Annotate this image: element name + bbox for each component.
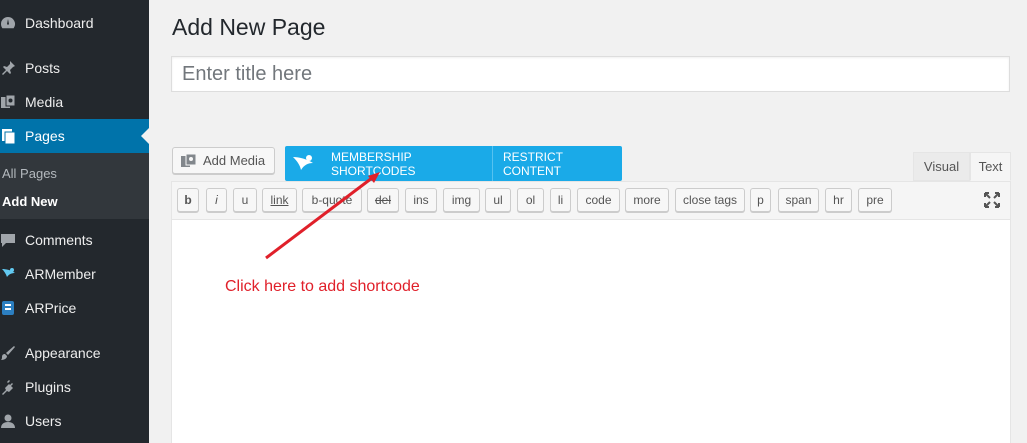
qt-bold-button[interactable]: b	[177, 188, 199, 212]
active-indicator	[141, 128, 149, 144]
qt-bquote-button[interactable]: b-quote	[302, 188, 362, 212]
user-icon	[0, 413, 16, 429]
sidebar-item-label: ARMember	[25, 266, 96, 282]
add-media-icon	[181, 153, 197, 168]
dashboard-icon	[0, 15, 16, 31]
qt-del-button[interactable]: del	[367, 188, 399, 212]
qt-hr-button[interactable]: hr	[825, 188, 852, 212]
sidebar-item-label: Plugins	[25, 379, 71, 395]
qt-li-button[interactable]: li	[550, 188, 571, 212]
arprice-icon	[0, 300, 16, 316]
editor-area[interactable]: b i u link b-quote del ins img ul ol li …	[171, 181, 1011, 443]
qt-ol-button[interactable]: ol	[517, 188, 544, 212]
media-icon	[0, 94, 16, 110]
annotation-text: Click here to add shortcode	[225, 278, 420, 295]
add-media-button[interactable]: Add Media	[172, 147, 275, 174]
membership-toolbar: MEMBERSHIP SHORTCODES RESTRICT CONTENT	[285, 146, 622, 181]
pages-icon	[0, 128, 16, 144]
sidebar-item-label: Pages	[25, 128, 65, 144]
tab-visual[interactable]: Visual	[913, 152, 970, 181]
sidebar-item-dashboard[interactable]: Dashboard	[0, 6, 149, 40]
sidebar-item-media[interactable]: Media	[0, 85, 149, 119]
sidebar-item-label: Appearance	[25, 345, 101, 361]
qt-p-button[interactable]: p	[750, 188, 771, 212]
armember-logo-icon	[285, 146, 321, 181]
sidebar-item-pages[interactable]: Pages	[0, 119, 149, 153]
add-media-label: Add Media	[203, 153, 266, 168]
tab-text[interactable]: Text	[970, 152, 1011, 181]
page-title: Add New Page	[172, 14, 326, 40]
armember-icon	[0, 266, 16, 282]
qt-ins-button[interactable]: ins	[405, 188, 437, 212]
plugin-icon	[0, 379, 16, 395]
sidebar-item-users[interactable]: Users	[0, 404, 149, 438]
membership-shortcodes-button[interactable]: MEMBERSHIP SHORTCODES	[321, 146, 493, 181]
sidebar-item-label: Posts	[25, 60, 61, 76]
sidebar-item-label: Comments	[25, 232, 93, 248]
qt-ul-button[interactable]: ul	[485, 188, 511, 212]
qt-pre-button[interactable]: pre	[858, 188, 892, 212]
admin-sidebar: Dashboard Posts Media Pages All Pages Ad…	[0, 0, 149, 443]
pin-icon	[0, 60, 16, 76]
fullscreen-icon[interactable]	[982, 190, 1002, 210]
sidebar-item-label: ARPrice	[25, 300, 77, 316]
submenu-add-new[interactable]: Add New	[2, 194, 58, 209]
sidebar-item-label: Dashboard	[25, 15, 94, 31]
qt-link-button[interactable]: link	[262, 188, 297, 212]
sidebar-item-appearance[interactable]: Appearance	[0, 336, 149, 370]
sidebar-item-comments[interactable]: Comments	[0, 223, 149, 257]
pages-submenu: All Pages Add New	[0, 153, 149, 219]
title-input[interactable]	[171, 56, 1010, 92]
quicktags-toolbar: b i u link b-quote del ins img ul ol li …	[172, 182, 1010, 220]
sidebar-item-label: Media	[25, 94, 64, 110]
qt-close-tags-button[interactable]: close tags	[675, 188, 745, 212]
sidebar-item-posts[interactable]: Posts	[0, 51, 149, 85]
qt-span-button[interactable]: span	[778, 188, 819, 212]
comment-icon	[0, 232, 16, 248]
sidebar-item-armember[interactable]: ARMember	[0, 257, 149, 291]
restrict-content-button[interactable]: RESTRICT CONTENT	[493, 146, 622, 181]
brush-icon	[0, 345, 16, 361]
qt-more-button[interactable]: more	[625, 188, 669, 212]
qt-italic-button[interactable]: i	[206, 188, 227, 212]
sidebar-item-arprice[interactable]: ARPrice	[0, 291, 149, 325]
submenu-all-pages[interactable]: All Pages	[2, 166, 57, 181]
qt-underline-button[interactable]: u	[233, 188, 257, 212]
qt-img-button[interactable]: img	[443, 188, 480, 212]
sidebar-item-plugins[interactable]: Plugins	[0, 370, 149, 404]
sidebar-item-label: Users	[25, 413, 62, 429]
qt-code-button[interactable]: code	[577, 188, 620, 212]
